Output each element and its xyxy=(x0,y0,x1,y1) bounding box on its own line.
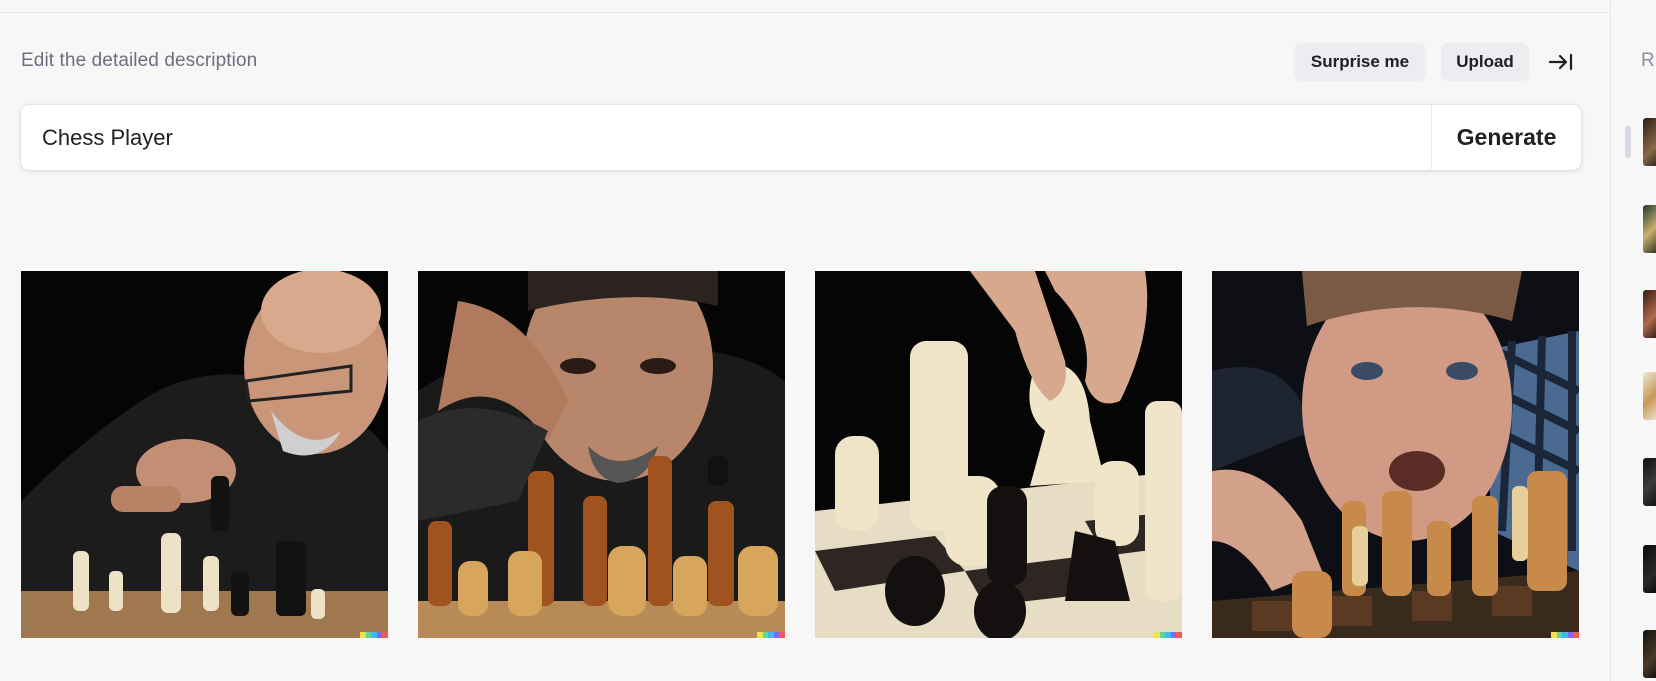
signature-mark xyxy=(1551,632,1579,638)
surprise-me-button[interactable]: Surprise me xyxy=(1294,43,1426,81)
result-image-4[interactable] xyxy=(1212,271,1579,638)
result-image-3[interactable] xyxy=(815,271,1182,638)
recent-thumbnail[interactable] xyxy=(1643,630,1656,678)
recent-thumbnail[interactable] xyxy=(1643,458,1656,506)
signature-mark xyxy=(1154,632,1182,638)
main-panel: Edit the detailed description Surprise m… xyxy=(0,0,1610,681)
recent-thumbnail[interactable] xyxy=(1643,205,1656,253)
signature-mark xyxy=(757,632,785,638)
prompt-bar: Generate xyxy=(21,105,1581,170)
recent-thumbnail[interactable] xyxy=(1643,372,1656,420)
sidebar-scrollbar[interactable] xyxy=(1625,126,1631,158)
result-image-1[interactable] xyxy=(21,271,388,638)
recent-sidebar: R xyxy=(1610,0,1656,681)
editor-heading: Edit the detailed description xyxy=(21,50,258,71)
upload-button[interactable]: Upload xyxy=(1441,43,1529,81)
signature-mark xyxy=(360,632,388,638)
recent-thumbnail[interactable] xyxy=(1643,118,1656,166)
arrow-right-to-bar-icon[interactable] xyxy=(1547,49,1575,75)
sidebar-title: R xyxy=(1641,50,1655,71)
recent-thumbnail[interactable] xyxy=(1643,545,1656,593)
recent-thumbnail[interactable] xyxy=(1643,290,1656,338)
result-image-2[interactable] xyxy=(418,271,785,638)
prompt-input[interactable] xyxy=(42,105,1422,170)
generate-button[interactable]: Generate xyxy=(1432,105,1581,170)
